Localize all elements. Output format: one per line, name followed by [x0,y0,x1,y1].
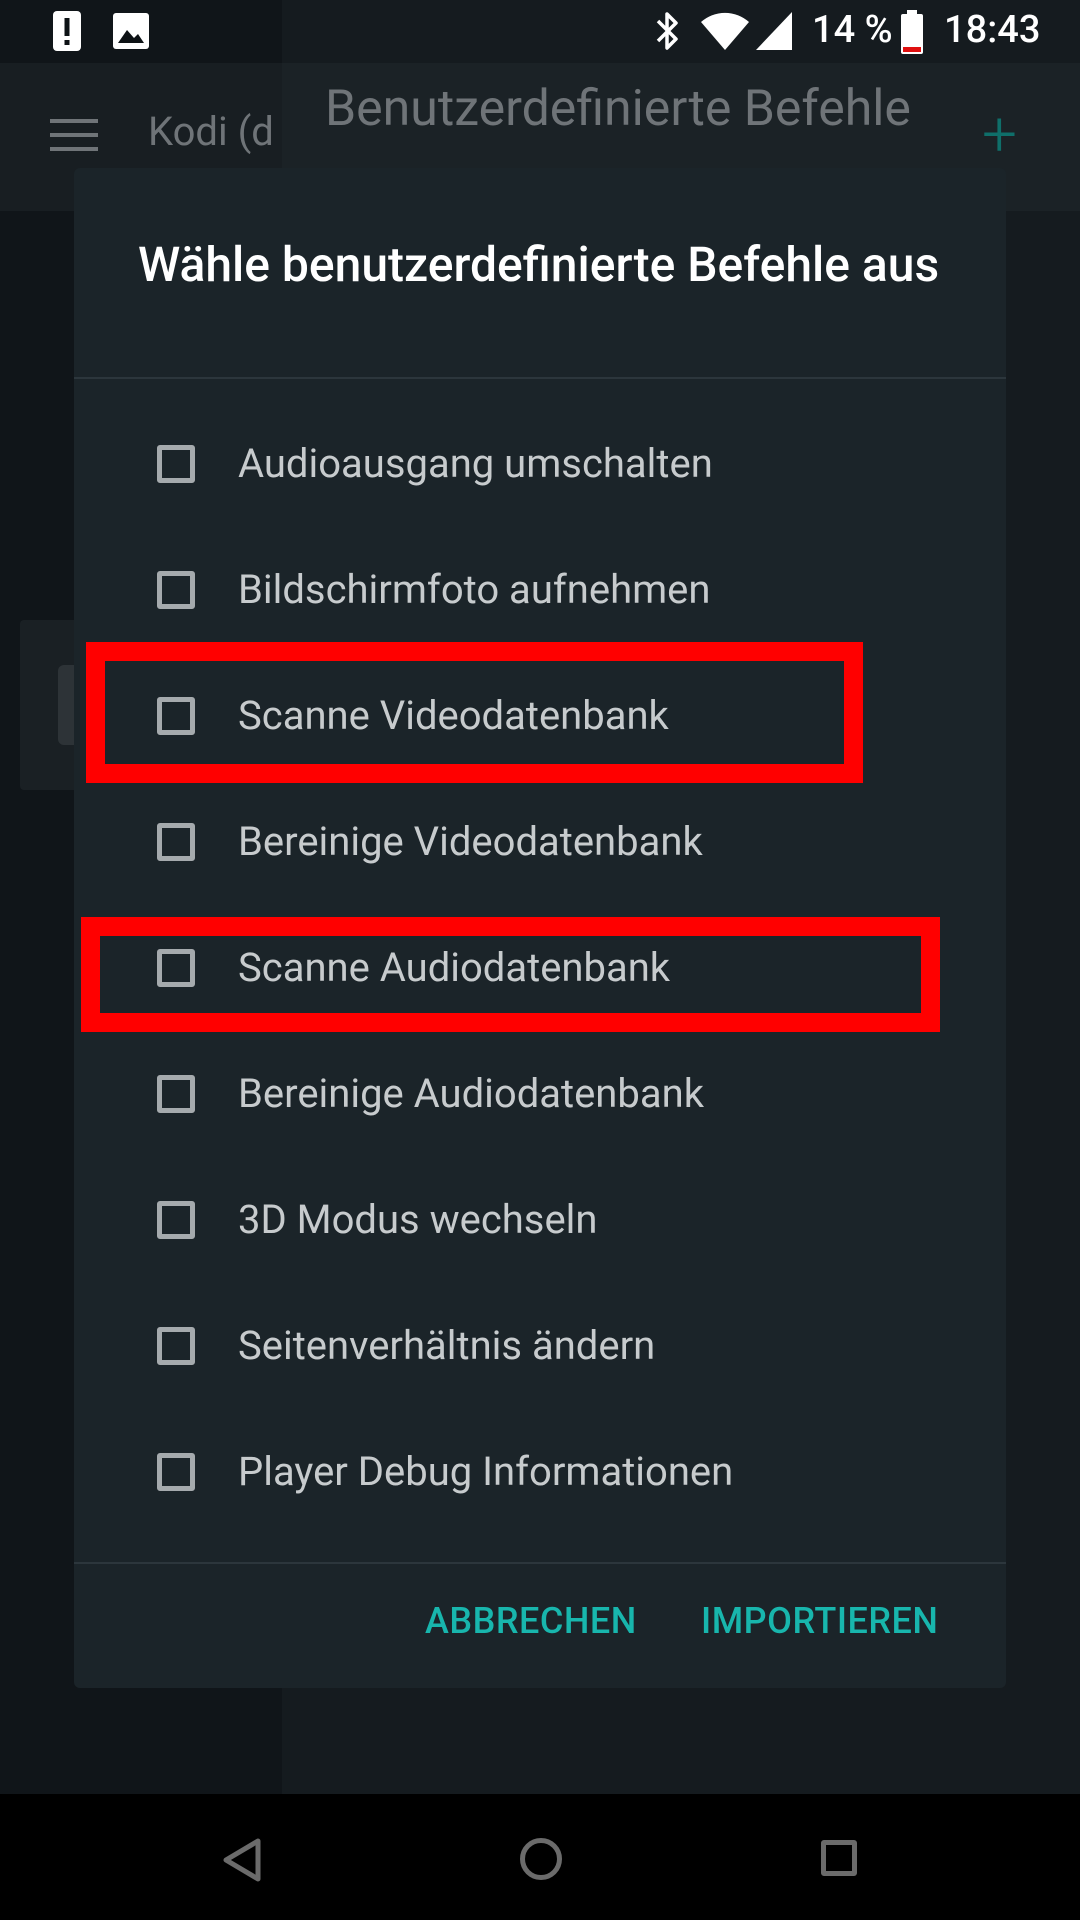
status-bar: 14 % 18:43 [0,0,1080,63]
image-icon [113,13,149,49]
bluetooth-icon [656,12,678,50]
dialog-title: Wähle benutzerdefinierte Befehle aus [138,236,940,293]
checkbox[interactable] [157,1075,195,1113]
host-name: Kodi (d [148,108,274,155]
page-title: Benutzerdefinierte Befehle [325,80,911,138]
cancel-button[interactable]: ABBRECHEN [425,1600,637,1642]
alert-icon [53,11,81,51]
option-row[interactable]: Player Debug Informationen [74,1412,1006,1538]
checkbox[interactable] [157,571,195,609]
battery-percent: 14 % [812,8,893,52]
wifi-icon [701,12,749,51]
menu-icon[interactable] [50,119,98,151]
option-label: Bereinige Audiodatenbank [238,1070,704,1117]
signal-icon [756,12,792,50]
option-row[interactable]: Seitenverhältnis ändern [74,1286,1006,1412]
actions-divider [74,1562,1006,1564]
checkbox[interactable] [157,1201,195,1239]
title-divider [74,377,1006,379]
highlight-scan-audio [81,917,940,1032]
recents-icon[interactable] [821,1840,857,1876]
highlight-scan-video [86,642,863,783]
option-row[interactable]: 3D Modus wechseln [74,1160,1006,1286]
option-row[interactable]: Bereinige Videodatenbank [74,782,1006,908]
option-row[interactable]: Audioausgang umschalten [74,404,1006,530]
option-label: Seitenverhältnis ändern [238,1322,656,1369]
option-label: 3D Modus wechseln [238,1196,598,1243]
option-row[interactable]: Bereinige Audiodatenbank [74,1034,1006,1160]
option-label: Player Debug Informationen [238,1448,734,1495]
checkbox[interactable] [157,823,195,861]
clock: 18:43 [944,8,1041,52]
home-icon[interactable] [520,1838,562,1880]
checkbox[interactable] [157,1327,195,1365]
option-label: Bereinige Videodatenbank [238,818,703,865]
option-label: Bildschirmfoto aufnehmen [238,566,711,613]
add-icon[interactable]: + [982,104,1017,166]
battery-icon [901,10,923,54]
back-icon[interactable] [222,1838,262,1882]
option-label: Audioausgang umschalten [238,440,713,487]
checkbox[interactable] [157,1453,195,1491]
option-row[interactable]: Bildschirmfoto aufnehmen [74,530,1006,656]
checkbox[interactable] [157,445,195,483]
import-button[interactable]: IMPORTIEREN [701,1600,938,1642]
